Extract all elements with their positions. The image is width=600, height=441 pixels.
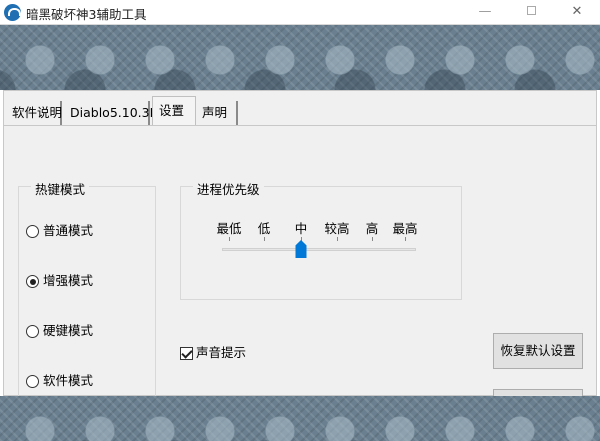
- sound-prompt-checkbox[interactable]: 声音提示: [180, 346, 246, 362]
- radio-label: 增强模式: [43, 273, 94, 288]
- hotkey-mode-legend: 热键模式: [31, 179, 90, 198]
- decorative-banner-bottom: [0, 396, 600, 441]
- tab-diablo-version[interactable]: Diablo5.10.3F: [64, 101, 157, 125]
- radio-circle-icon: [26, 325, 39, 338]
- tab-divider: [4, 125, 596, 126]
- window-title: 暗黑破坏神3辅助工具: [26, 7, 147, 22]
- tab-software-info[interactable]: 软件说明: [6, 101, 62, 125]
- app-headphones-icon: [4, 4, 21, 21]
- slider-tick: [264, 237, 265, 241]
- slider-tick: [337, 237, 338, 241]
- radio-circle-icon: [26, 375, 39, 388]
- priority-level-label: 最高: [392, 221, 418, 236]
- priority-slider-track[interactable]: [222, 248, 416, 251]
- radio-enhanced-mode[interactable]: 增强模式: [26, 274, 93, 290]
- reset-defaults-button[interactable]: 恢复默认设置: [493, 333, 583, 369]
- radio-label: 软件模式: [43, 373, 94, 388]
- priority-level-label: 高: [365, 221, 379, 236]
- priority-level-label: 低: [257, 221, 271, 236]
- process-priority-group: 进程优先级: [180, 179, 462, 300]
- maximize-button[interactable]: [508, 0, 554, 25]
- radio-checked-icon: [26, 275, 39, 288]
- radio-circle-icon: [26, 225, 39, 238]
- slider-tick: [405, 237, 406, 241]
- process-priority-legend: 进程优先级: [193, 179, 264, 198]
- title-bar: 暗黑破坏神3辅助工具 — ✕: [0, 0, 600, 25]
- hotkey-mode-group: 热键模式: [18, 179, 156, 401]
- slider-tick: [372, 237, 373, 241]
- radio-label: 硬键模式: [43, 323, 94, 338]
- settings-panel: 软件说明 Diablo5.10.3F 设置 声明 热键模式 普通模式 增强模式 …: [3, 90, 597, 401]
- maximize-icon: [526, 6, 536, 15]
- radio-software-mode[interactable]: 软件模式: [26, 374, 93, 390]
- tab-settings[interactable]: 设置: [152, 96, 196, 125]
- radio-hardkey-mode[interactable]: 硬键模式: [26, 324, 93, 340]
- checkbox-checked-icon: [180, 347, 193, 360]
- priority-level-label: 较高: [324, 221, 350, 236]
- priority-level-label: 中: [294, 221, 308, 236]
- tab-bar: 软件说明 Diablo5.10.3F 设置 声明: [4, 93, 596, 126]
- radio-label: 普通模式: [43, 223, 94, 238]
- tab-statement[interactable]: 声明: [196, 101, 238, 125]
- minimize-button[interactable]: —: [462, 0, 508, 25]
- priority-level-label: 最低: [216, 221, 242, 236]
- radio-normal-mode[interactable]: 普通模式: [26, 224, 93, 240]
- sound-prompt-label: 声音提示: [196, 345, 247, 360]
- slider-tick: [229, 237, 230, 241]
- close-button[interactable]: ✕: [554, 0, 600, 25]
- decorative-banner-top: [0, 25, 600, 90]
